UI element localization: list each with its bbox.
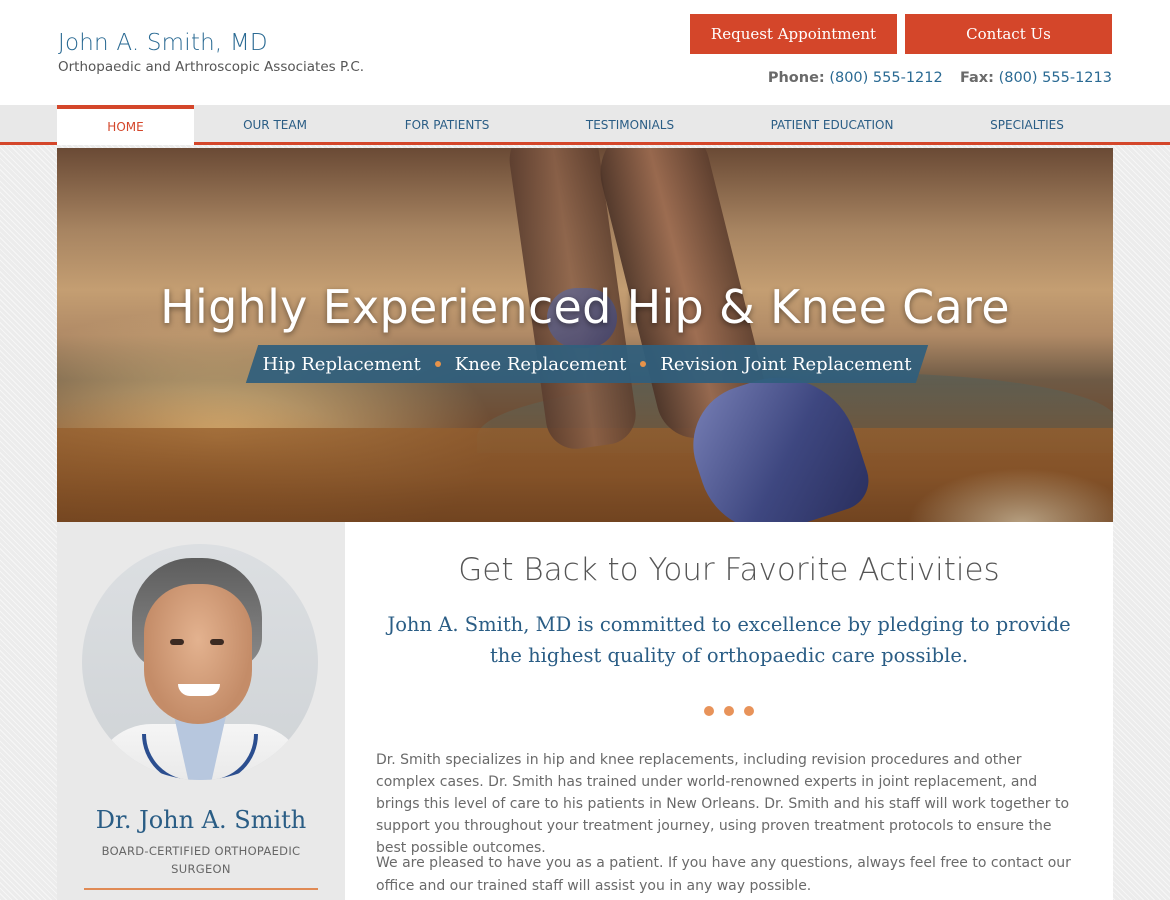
phone-link[interactable]: (800) 555-1212 [829, 70, 942, 86]
nav-item-specialties[interactable]: SPECIALTIES [942, 105, 1112, 145]
decorative-dots [345, 703, 1113, 721]
doctor-sidebar: Dr. John A. Smith BOARD-CERTIFIED ORTHOP… [57, 522, 345, 900]
doctor-credentials: BOARD-CERTIFIED ORTHOPAEDIC SURGEON [101, 844, 301, 876]
hero-title: Highly Experienced Hip & Knee Care [160, 280, 1010, 334]
dot-icon [704, 706, 714, 716]
hero-services: Hip Replacement Knee Replacement Revisio… [252, 345, 922, 383]
site-header: John A. Smith, MD Orthopaedic and Arthro… [0, 0, 1170, 105]
dot-icon [744, 706, 754, 716]
contact-us-button[interactable]: Contact Us [905, 14, 1112, 54]
lead-statement: John A. Smith, MD is committed to excell… [387, 613, 1071, 667]
nav-item-testimonials[interactable]: TESTIMONIALS [538, 105, 722, 145]
bullet-dot-icon [434, 361, 441, 367]
fax-label: Fax: [959, 70, 994, 86]
contact-info: Phone: (800) 555-1212 Fax: (800) 555-121… [768, 70, 1112, 86]
brand-subtitle: Orthopaedic and Arthroscopic Associates … [58, 59, 365, 75]
doctor-portrait [82, 544, 318, 780]
nav-item-home[interactable]: HOME [57, 105, 194, 145]
section-heading: Get Back to Your Favorite Activities [458, 552, 1000, 588]
fax-link[interactable]: (800) 555-1213 [999, 70, 1112, 86]
phone-label: Phone: [767, 70, 825, 86]
welcome-paragraph: We are pleased to have you as a patient.… [376, 855, 1071, 894]
nav-item-patient-education[interactable]: PATIENT EDUCATION [722, 105, 942, 145]
service-hip-replacement[interactable]: Hip Replacement [263, 354, 421, 375]
request-appointment-button[interactable]: Request Appointment [690, 14, 897, 54]
portrait-smile [178, 684, 220, 696]
portrait-face [144, 584, 252, 724]
main-content: Get Back to Your Favorite Activities Joh… [345, 522, 1113, 900]
hero-banner: Highly Experienced Hip & Knee Care Hip R… [57, 148, 1113, 522]
service-knee-replacement[interactable]: Knee Replacement [455, 354, 627, 375]
nav-item-our-team[interactable]: OUR TEAM [194, 105, 356, 145]
nav-item-for-patients[interactable]: FOR PATIENTS [356, 105, 538, 145]
doctor-name: Dr. John A. Smith [95, 806, 307, 834]
dot-icon [724, 706, 734, 716]
brand-name[interactable]: John A. Smith, MD [58, 30, 268, 56]
bullet-dot-icon [640, 361, 647, 367]
portrait-eye [170, 639, 184, 645]
divider [84, 888, 318, 890]
portrait-eye [210, 639, 224, 645]
service-revision-joint-replacement[interactable]: Revision Joint Replacement [660, 354, 911, 375]
hero-rock [907, 468, 1113, 522]
intro-paragraph: Dr. Smith specializes in hip and knee re… [376, 752, 1070, 856]
main-nav: HOME OUR TEAM FOR PATIENTS TESTIMONIALS … [0, 105, 1170, 145]
